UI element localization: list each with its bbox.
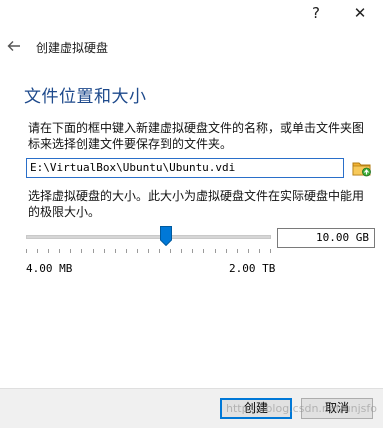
- slider-tick: [226, 249, 227, 253]
- slider-tick: [37, 249, 38, 253]
- slider-tick: [181, 249, 182, 253]
- folder-icon: [351, 162, 373, 183]
- help-button[interactable]: ?: [306, 3, 326, 23]
- min-size-label: 4.00 MB: [26, 262, 73, 275]
- location-description: 请在下面的框中键入新建虚拟硬盘文件的名称，或单击文件夹图标来选择创建文件要保存到…: [28, 121, 365, 151]
- page-title: 文件位置和大小: [24, 87, 147, 107]
- slider-tick: [215, 249, 216, 253]
- choose-folder-button[interactable]: [351, 157, 373, 179]
- slider-tick: [126, 249, 127, 253]
- size-input[interactable]: 10.00 GB: [277, 228, 375, 248]
- slider-tick: [148, 249, 149, 253]
- back-arrow-icon[interactable]: [6, 38, 22, 54]
- slider-tick: [93, 249, 94, 253]
- watermark: https://blog.csdn.net/unjsfo: [226, 402, 377, 415]
- slider-tick: [259, 249, 260, 253]
- slider-tick: [59, 249, 60, 253]
- wizard-title: 创建虚拟硬盘: [36, 41, 109, 55]
- file-path-input[interactable]: E:\VirtualBox\Ubuntu\Ubuntu.vdi: [26, 158, 344, 178]
- slider-tick: [115, 249, 116, 253]
- slider-tick: [81, 249, 82, 253]
- size-slider-handle[interactable]: [160, 226, 172, 247]
- slider-tick: [104, 249, 105, 253]
- close-button[interactable]: ✕: [350, 3, 370, 23]
- slider-tick: [48, 249, 49, 253]
- slider-tick: [159, 249, 160, 253]
- slider-tick: [137, 249, 138, 253]
- slider-tick: [170, 249, 171, 253]
- slider-tick: [26, 249, 27, 253]
- size-description: 选择虚拟硬盘的大小。此大小为虚拟硬盘文件在实际硬盘中能用的极限大小。: [28, 189, 365, 219]
- slider-tick: [70, 249, 71, 253]
- slider-tick: [237, 249, 238, 253]
- size-slider-track[interactable]: [26, 235, 271, 239]
- max-size-label: 2.00 TB: [229, 262, 276, 275]
- slider-tick: [248, 249, 249, 253]
- slider-tick: [192, 249, 193, 253]
- slider-tick: [270, 249, 271, 253]
- slider-tick: [203, 249, 204, 253]
